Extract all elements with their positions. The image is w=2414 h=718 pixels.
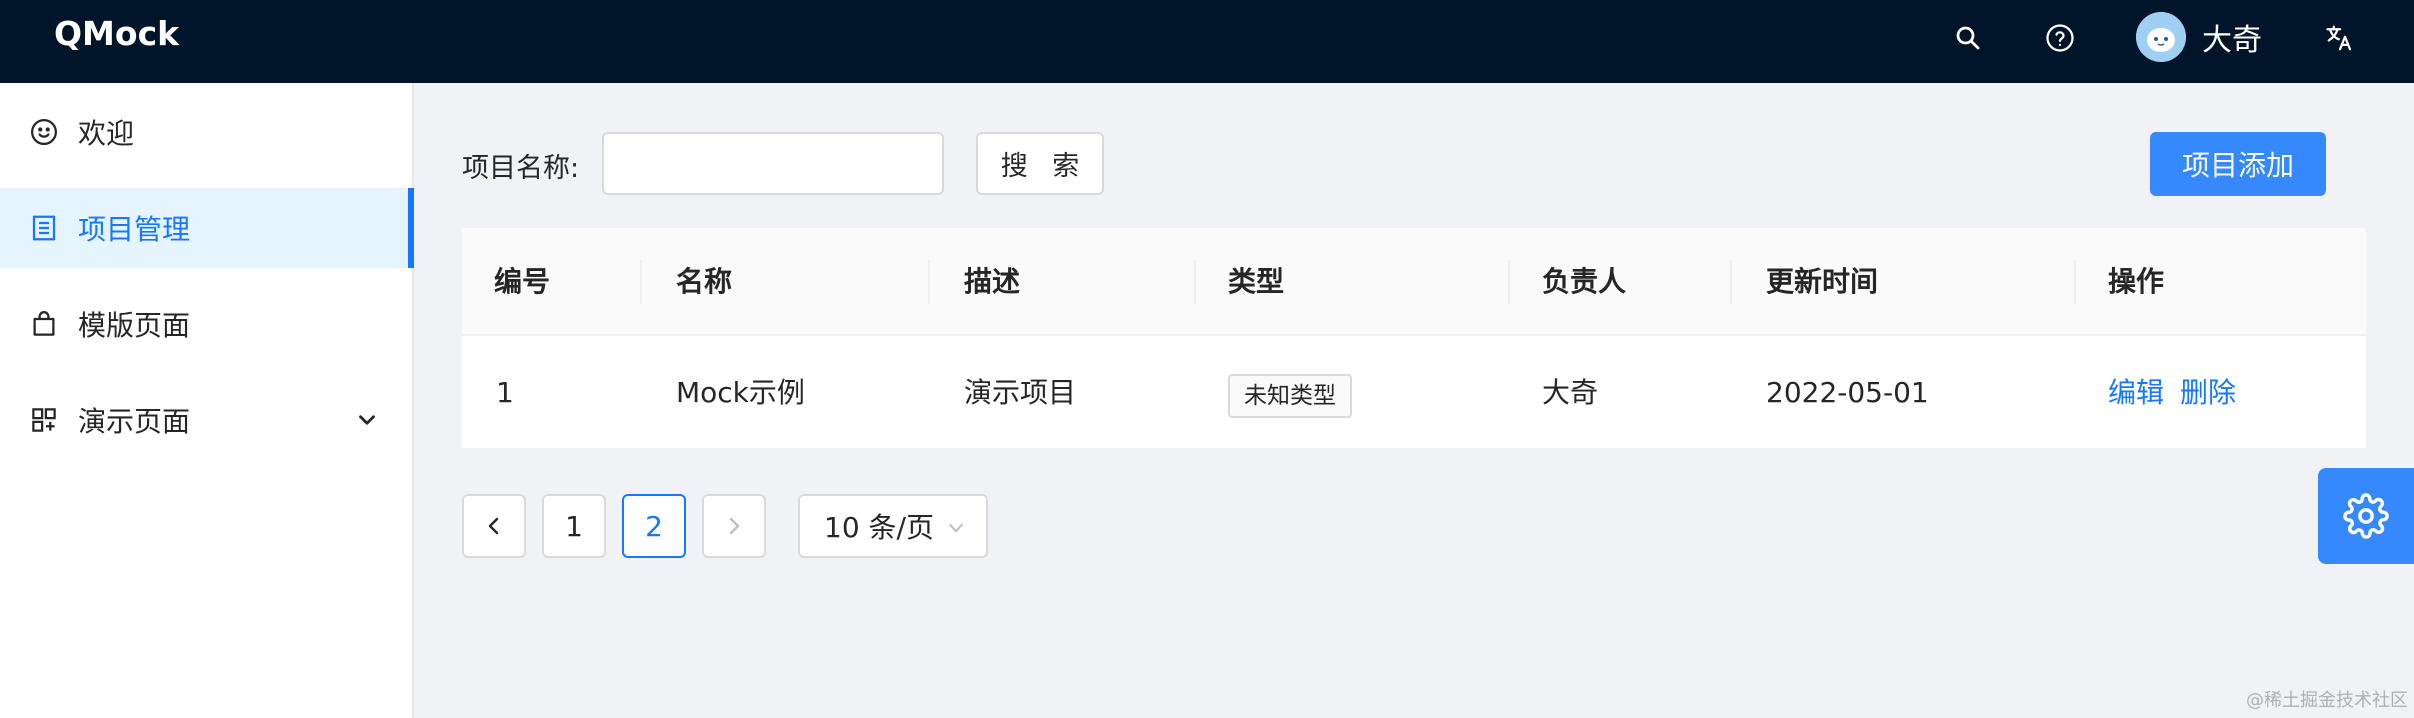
- project-name-input[interactable]: [602, 132, 944, 195]
- column-header-actions: 操作: [2108, 265, 2165, 298]
- column-divider: [928, 260, 930, 304]
- sidebar-item-label: 演示页面: [78, 405, 191, 438]
- sidebar-item-label: 模版页面: [78, 309, 191, 342]
- column-divider: [1194, 260, 1196, 304]
- cell-id: 1: [496, 376, 514, 409]
- gear-icon: [2343, 493, 2389, 539]
- sidebar-item-project-management[interactable]: 项目管理: [0, 188, 414, 268]
- sidebar-item-template-page[interactable]: 模版页面: [0, 284, 414, 364]
- delete-link[interactable]: 删除: [2180, 338, 2236, 448]
- column-header-type: 类型: [1228, 265, 1285, 298]
- sidebar-item-welcome[interactable]: 欢迎: [0, 92, 414, 172]
- appstore-add-icon: [28, 404, 60, 436]
- next-page-button[interactable]: [702, 494, 766, 558]
- sidebar: 欢迎 项目管理 模版页面 演示页面: [0, 83, 414, 718]
- sidebar-item-label: 欢迎: [78, 117, 135, 150]
- chevron-left-icon: [488, 517, 499, 535]
- page-button-2[interactable]: 2: [622, 494, 686, 558]
- project-table: 编号 名称 描述 类型 负责人 更新时间 操作 1 Mock示例 演示项目 未知…: [462, 228, 2366, 448]
- chevron-down-icon: [949, 523, 963, 533]
- table-row: 1 Mock示例 演示项目 未知类型 大奇 2022-05-01 编辑 删除: [462, 338, 2366, 448]
- chevron-down-icon[interactable]: [354, 407, 380, 433]
- sidebar-item-demo-page[interactable]: 演示页面: [0, 380, 414, 460]
- user-menu[interactable]: 大奇: [2136, 12, 2262, 62]
- page-size-value: 10 条/页: [824, 511, 934, 544]
- column-divider: [2074, 260, 2076, 304]
- column-divider: [640, 260, 642, 304]
- top-header: QMock 大奇: [0, 0, 2414, 83]
- settings-drawer-button[interactable]: [2318, 468, 2414, 564]
- chevron-right-icon: [729, 517, 740, 535]
- cell-description: 演示项目: [964, 376, 1077, 409]
- column-header-id: 编号: [494, 265, 551, 298]
- column-header-updated: 更新时间: [1766, 265, 1879, 298]
- type-tag: 未知类型: [1228, 374, 1352, 418]
- help-icon[interactable]: [2040, 18, 2080, 58]
- column-divider: [1730, 260, 1732, 304]
- shopping-icon: [28, 308, 60, 340]
- page-button-1[interactable]: 1: [542, 494, 606, 558]
- column-header-name: 名称: [676, 265, 733, 298]
- table-header: 编号 名称 描述 类型 负责人 更新时间 操作: [462, 228, 2366, 336]
- project-name-label: 项目名称:: [462, 153, 580, 184]
- search-button[interactable]: 搜 索: [976, 132, 1104, 195]
- watermark: @稀土掘金技术社区: [2246, 690, 2408, 711]
- add-project-button[interactable]: 项目添加: [2150, 132, 2326, 196]
- column-header-owner: 负责人: [1542, 265, 1627, 298]
- smile-icon: [28, 116, 60, 148]
- sidebar-item-label: 项目管理: [78, 213, 191, 246]
- column-header-description: 描述: [964, 265, 1021, 298]
- search-icon[interactable]: [1948, 18, 1988, 58]
- app-logo: QMock: [54, 14, 180, 53]
- avatar: [2136, 12, 2186, 62]
- edit-link[interactable]: 编辑: [2108, 338, 2164, 448]
- cell-owner: 大奇: [1542, 376, 1599, 409]
- column-divider: [1508, 260, 1510, 304]
- user-name: 大奇: [2202, 23, 2262, 58]
- table-icon: [28, 212, 60, 244]
- cell-name: Mock示例: [676, 376, 805, 409]
- page-size-select[interactable]: 10 条/页: [798, 494, 988, 558]
- translate-icon[interactable]: [2320, 18, 2360, 58]
- cell-updated: 2022-05-01: [1766, 376, 1929, 409]
- prev-page-button[interactable]: [462, 494, 526, 558]
